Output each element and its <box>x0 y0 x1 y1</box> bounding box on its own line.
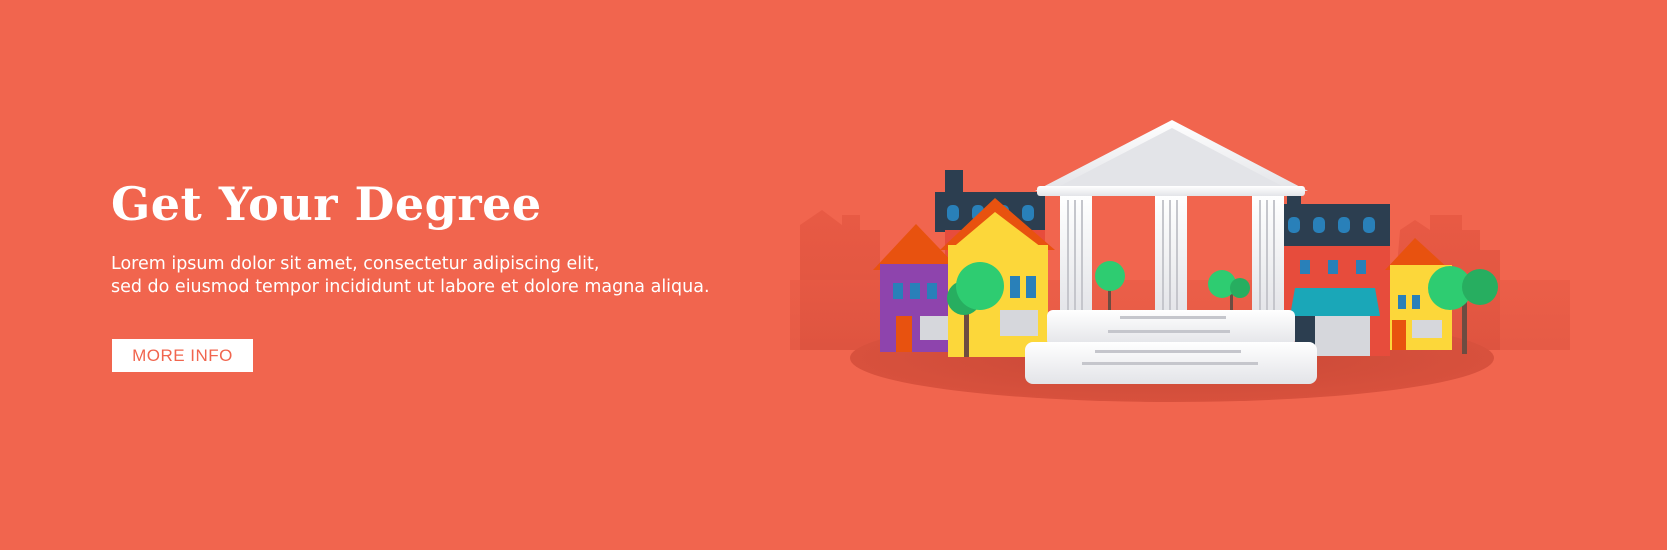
hero-description: Lorem ipsum dolor sit amet, consectetur … <box>111 253 751 299</box>
hero-title: Get Your Degree <box>111 177 542 231</box>
more-info-button[interactable]: MORE INFO <box>112 339 253 372</box>
university-illustration <box>790 120 1570 402</box>
red-building-right <box>1280 188 1390 356</box>
hero-description-line-1: Lorem ipsum dolor sit amet, consectetur … <box>111 253 600 274</box>
university-building <box>1025 120 1317 384</box>
hero-text: Get Your Degree Lorem ipsum dolor sit am… <box>111 178 751 299</box>
hero-description-line-2: sed do eiusmod tempor incididunt ut labo… <box>111 276 710 297</box>
